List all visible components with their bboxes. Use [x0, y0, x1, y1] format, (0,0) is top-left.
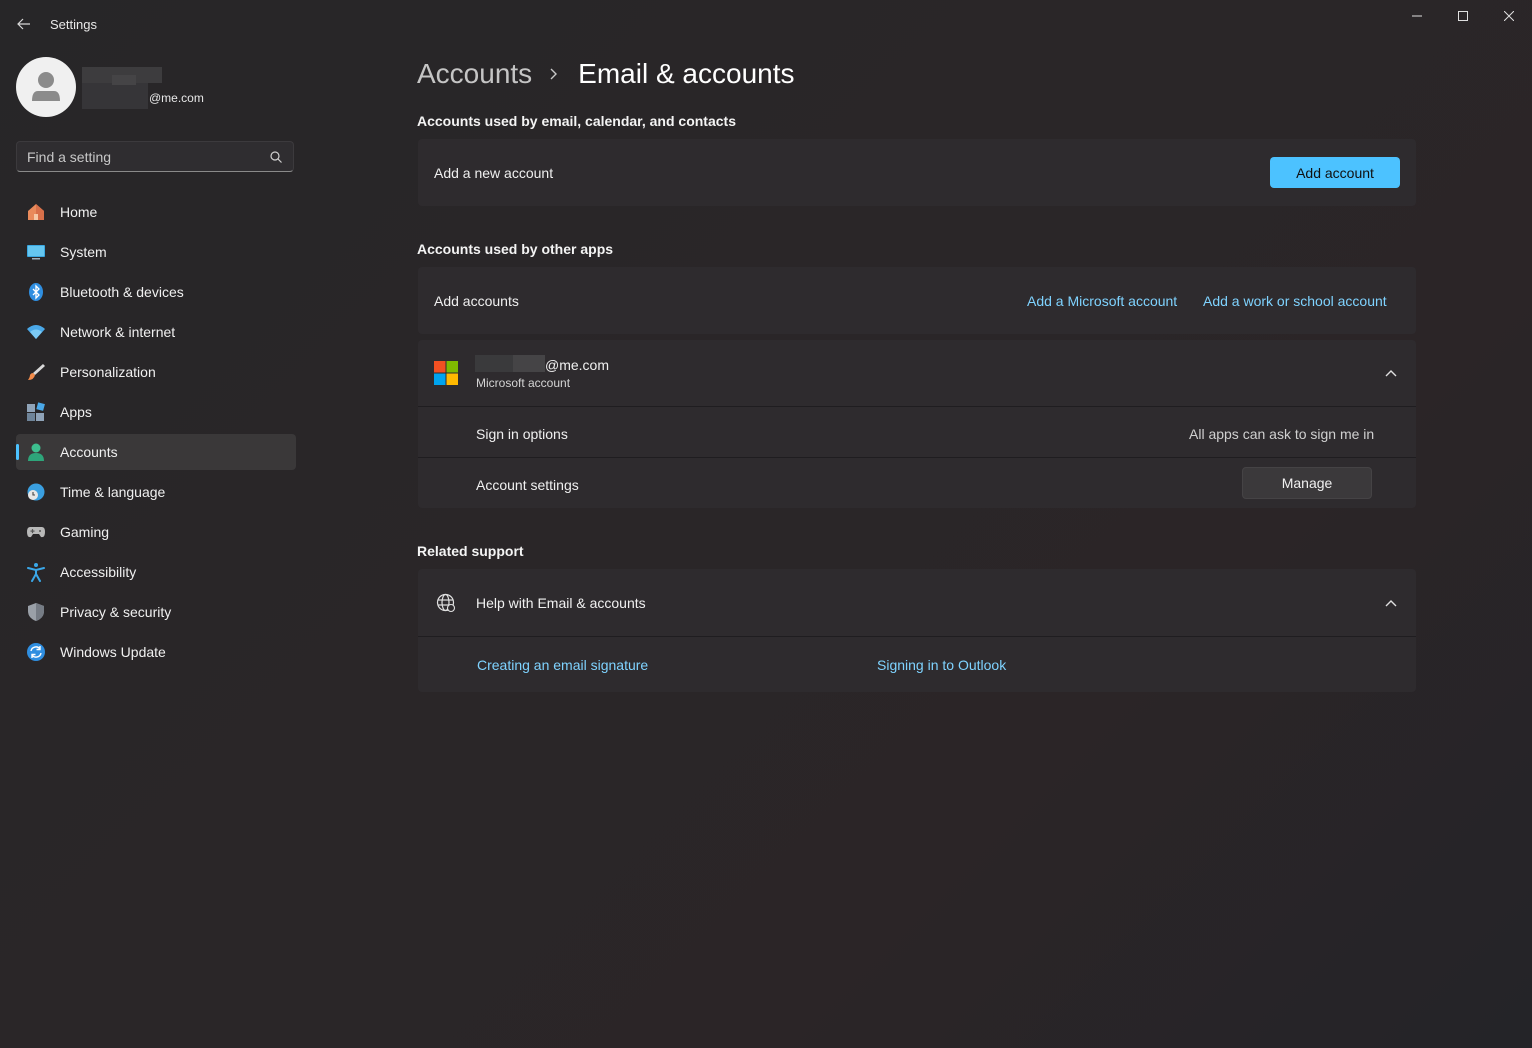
email-signature-link[interactable]: Creating an email signature [477, 657, 648, 673]
sidebar-item-label: Accessibility [60, 564, 137, 580]
add-account-button[interactable]: Add account [1270, 157, 1400, 188]
back-arrow-icon [17, 18, 30, 30]
minimize-button[interactable] [1394, 0, 1440, 32]
chevron-up-icon[interactable] [1381, 593, 1401, 613]
add-microsoft-account-link[interactable]: Add a Microsoft account [1027, 293, 1177, 309]
microsoft-account-card: @me.com Microsoft account Sign in option… [418, 340, 1416, 508]
search-icon[interactable] [269, 150, 283, 164]
chevron-right-icon [550, 67, 562, 81]
search-input[interactable] [27, 142, 257, 171]
sidebar-item-accounts[interactable]: Accounts [16, 434, 296, 470]
page-title: Email & accounts [578, 58, 795, 89]
account-email: @me.com [545, 357, 609, 373]
add-new-account-card: Add a new account Add account [418, 139, 1416, 206]
title-bar: Settings [0, 0, 1532, 48]
sidebar-item-label: Windows Update [60, 644, 166, 660]
sidebar-item-label: Gaming [60, 524, 110, 540]
sidebar-item-accessibility[interactable]: Accessibility [16, 554, 296, 590]
section-title-related-support: Related support [417, 543, 524, 559]
sidebar-item-network[interactable]: Network & internet [16, 314, 296, 350]
close-icon [1504, 11, 1514, 21]
user-placeholder-icon [32, 72, 60, 101]
account-settings-label: Account settings [476, 477, 579, 493]
home-icon [26, 202, 46, 222]
sidebar-item-system[interactable]: System [16, 234, 296, 270]
add-accounts-card: Add accounts Add a Microsoft account Add… [418, 267, 1416, 334]
maximize-icon [1458, 11, 1468, 21]
back-button[interactable] [10, 10, 38, 38]
add-accounts-label: Add accounts [434, 293, 519, 309]
sidebar-item-bluetooth[interactable]: Bluetooth & devices [16, 274, 296, 310]
sidebar-item-label: Accounts [60, 444, 118, 460]
account-type: Microsoft account [476, 376, 571, 390]
section-title-email: Accounts used by email, calendar, and co… [417, 113, 736, 129]
app-title: Settings [50, 17, 97, 32]
sidebar-item-label: Personalization [60, 364, 156, 380]
account-header[interactable]: @me.com Microsoft account [418, 340, 1416, 406]
close-button[interactable] [1486, 0, 1532, 32]
breadcrumb: Accounts Email & accounts [417, 58, 795, 90]
minimize-icon [1412, 15, 1422, 17]
system-icon [26, 242, 46, 262]
sidebar-item-label: Bluetooth & devices [60, 284, 184, 300]
breadcrumb-parent[interactable]: Accounts [417, 58, 532, 90]
sidebar-item-label: Home [60, 204, 98, 220]
sidebar-item-home[interactable]: Home [16, 194, 296, 230]
sidebar-item-personalization[interactable]: Personalization [16, 354, 296, 390]
sidebar-item-windows-update[interactable]: Windows Update [16, 634, 296, 670]
related-support-card: Help with Email & accounts Creating an e… [418, 569, 1416, 692]
microsoft-logo-icon [434, 361, 458, 385]
add-work-school-account-link[interactable]: Add a work or school account [1203, 293, 1387, 309]
help-label: Help with Email & accounts [476, 595, 646, 611]
update-icon [26, 642, 46, 662]
globe-help-icon [436, 593, 456, 613]
divider [418, 636, 1416, 637]
sidebar-item-time-language[interactable]: Time & language [16, 474, 296, 510]
chevron-up-icon[interactable] [1381, 363, 1401, 383]
sidebar-item-privacy-security[interactable]: Privacy & security [16, 594, 296, 630]
sidebar-nav: Home System Bluetooth & devices Network … [16, 194, 296, 674]
section-title-other-apps: Accounts used by other apps [417, 241, 614, 257]
accessibility-icon [26, 562, 46, 582]
manage-button[interactable]: Manage [1242, 467, 1372, 499]
signing-in-outlook-link[interactable]: Signing in to Outlook [877, 657, 1006, 673]
sidebar-item-label: Time & language [60, 484, 166, 500]
sign-in-options-label: Sign in options [476, 426, 568, 442]
sidebar-item-label: Privacy & security [60, 604, 172, 620]
avatar[interactable] [16, 57, 76, 117]
bluetooth-icon [26, 282, 46, 302]
apps-icon [26, 402, 46, 422]
accounts-icon [26, 442, 46, 462]
divider [418, 457, 1416, 458]
sidebar-item-apps[interactable]: Apps [16, 394, 296, 430]
sidebar-item-label: System [60, 244, 107, 260]
divider [418, 406, 1416, 407]
maximize-button[interactable] [1440, 0, 1486, 32]
profile-email: @me.com [149, 91, 204, 105]
help-header[interactable]: Help with Email & accounts [418, 569, 1416, 636]
sidebar-item-label: Network & internet [60, 324, 176, 340]
search-box [16, 141, 294, 172]
sidebar-item-label: Apps [60, 404, 92, 420]
sidebar-item-gaming[interactable]: Gaming [16, 514, 296, 550]
globe-clock-icon [26, 482, 46, 502]
wifi-icon [26, 322, 46, 342]
add-new-account-label: Add a new account [434, 165, 554, 181]
brush-icon [26, 362, 46, 382]
shield-icon [26, 602, 46, 622]
sign-in-options-value: All apps can ask to sign me in [1189, 426, 1375, 442]
gamepad-icon [26, 522, 46, 542]
